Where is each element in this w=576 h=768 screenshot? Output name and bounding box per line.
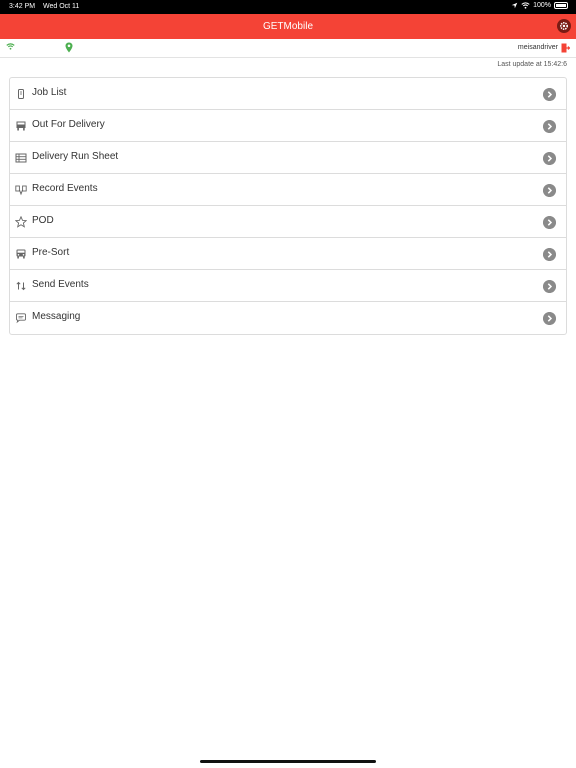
record-events-icon — [15, 185, 27, 196]
wifi-icon — [6, 43, 15, 50]
chevron-right-icon — [543, 184, 556, 197]
home-indicator[interactable] — [200, 760, 376, 763]
chevron-right-icon — [543, 248, 556, 261]
job-list-icon — [18, 89, 24, 99]
truck-icon — [16, 121, 26, 131]
username-label: meisandriver — [517, 44, 558, 51]
menu-item-messaging[interactable]: Messaging — [10, 302, 566, 334]
menu-item-label: Out For Delivery — [32, 119, 105, 130]
last-update-label: Last update at 15:42:6 — [497, 61, 567, 68]
info-bar: meisandriver — [0, 39, 576, 58]
menu-item-pod[interactable]: POD — [10, 206, 566, 238]
menu-item-label: Delivery Run Sheet — [32, 151, 119, 162]
status-right: 100% — [511, 2, 568, 9]
battery-percent: 100% — [533, 2, 551, 9]
gear-icon — [559, 21, 569, 31]
send-events-icon — [16, 281, 26, 291]
star-icon — [15, 216, 27, 228]
menu-item-record-events[interactable]: Record Events — [10, 174, 566, 206]
chevron-right-icon — [543, 280, 556, 293]
chevron-right-icon — [543, 152, 556, 165]
app-header: GETMobile — [0, 14, 576, 39]
menu-item-pre-sort[interactable]: Pre-Sort — [10, 238, 566, 270]
logout-icon[interactable] — [561, 43, 570, 53]
wifi-status-icon — [521, 2, 530, 9]
status-date: Wed Oct 11 — [43, 3, 80, 10]
menu-item-label: Pre-Sort — [32, 247, 70, 258]
menu-item-label: Record Events — [32, 183, 98, 194]
settings-button[interactable] — [557, 19, 571, 33]
menu-item-label: Messaging — [32, 311, 81, 322]
chevron-right-icon — [543, 120, 556, 133]
menu-item-label: Send Events — [32, 279, 89, 290]
menu-item-out-for-delivery[interactable]: Out For Delivery — [10, 110, 566, 142]
bus-icon — [16, 249, 26, 259]
chevron-right-icon — [543, 88, 556, 101]
menu-item-label: POD — [32, 215, 54, 226]
menu-item-job-list[interactable]: Job List — [10, 78, 566, 110]
menu-item-delivery-run-sheet[interactable]: Delivery Run Sheet — [10, 142, 566, 174]
menu-item-label: Job List — [32, 87, 67, 98]
message-icon — [16, 313, 26, 324]
status-time: 3:42 PM — [9, 3, 36, 10]
app-title: GETMobile — [262, 21, 313, 32]
chevron-right-icon — [543, 216, 556, 229]
menu-item-send-events[interactable]: Send Events — [10, 270, 566, 302]
chevron-right-icon — [543, 312, 556, 325]
battery-icon — [554, 2, 568, 9]
main-menu: Job List Out For Delivery Delivery Run S… — [9, 77, 567, 335]
status-bar: 3:42 PM Wed Oct 11 100% — [0, 0, 576, 14]
location-arrow-icon — [511, 2, 518, 9]
location-pin-icon — [65, 42, 73, 53]
run-sheet-icon — [15, 153, 27, 163]
